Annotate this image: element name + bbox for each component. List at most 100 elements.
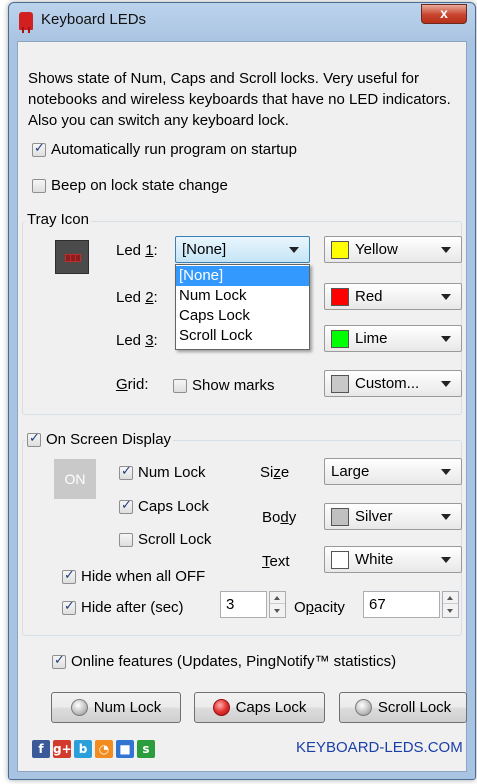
autorun-checkbox[interactable]: Automatically run program on startup [32, 141, 297, 158]
osd-scroll-lock-checkbox[interactable]: Scroll Lock [119, 531, 211, 548]
beep-checkbox[interactable]: Beep on lock state change [32, 177, 228, 194]
osd-text-value: White [355, 551, 394, 568]
osd-size-select[interactable]: Large [324, 458, 462, 485]
grid-color-select[interactable]: Custom... [324, 370, 462, 397]
led-off-icon [70, 699, 88, 716]
google-plus-icon[interactable]: g+ [53, 740, 72, 758]
opacity-input[interactable]: 67 [363, 591, 440, 618]
spin-down-icon[interactable] [270, 605, 285, 617]
led1-dropdown-list: [None] Num Lock Caps Lock Scroll Lock [175, 264, 310, 350]
grid-color-value: Custom... [355, 375, 420, 392]
online-features-checkbox[interactable]: Online features (Updates, PingNotify™ st… [52, 653, 396, 670]
hide-all-off-checkbox[interactable]: Hide when all OFF [62, 568, 205, 585]
close-button[interactable]: x [421, 4, 467, 24]
lime-swatch [331, 329, 349, 348]
osd-num-lock-checkbox[interactable]: Num Lock [119, 464, 206, 481]
led1-select[interactable]: [None] [175, 236, 310, 263]
white-swatch [331, 550, 349, 569]
window-title: Keyboard LEDs [41, 11, 147, 28]
chevron-down-icon [441, 293, 451, 300]
caps-lock-button-label: Caps Lock [235, 699, 307, 716]
osd-body-select[interactable]: Silver [324, 503, 462, 530]
chevron-down-icon [441, 556, 451, 563]
delicious-icon[interactable]: ■ [116, 740, 134, 758]
blogger-icon[interactable]: b [74, 740, 92, 758]
silver-swatch [331, 507, 349, 526]
led1-label: Led 1: [116, 242, 158, 259]
chevron-down-icon [441, 513, 451, 520]
hide-after-spinner[interactable] [269, 591, 286, 618]
hide-after-check-icon[interactable] [62, 599, 76, 615]
chevron-down-icon [441, 335, 451, 342]
text-label: Text [262, 553, 290, 570]
online-features-label: Online features (Updates, PingNotify™ st… [71, 653, 397, 670]
osd-size-value: Large [331, 463, 370, 480]
led1-option[interactable]: Caps Lock [176, 306, 309, 326]
spin-up-icon[interactable] [443, 592, 458, 604]
num-lock-button[interactable]: Num Lock [51, 692, 181, 723]
num-lock-button-label: Num Lock [93, 699, 162, 716]
led1-option[interactable]: Scroll Lock [176, 326, 309, 346]
led-grid-icon [65, 254, 81, 262]
osd-group-title: On Screen Display [46, 431, 172, 448]
osd-scroll-lock-check-icon[interactable] [119, 532, 133, 547]
led1-color-select[interactable]: Yellow [324, 236, 462, 263]
stumbleupon-icon[interactable]: s [137, 740, 155, 758]
osd-enable-check-icon[interactable] [27, 431, 41, 447]
title-bar[interactable]: Keyboard LEDs x [9, 3, 475, 37]
led2-color-select[interactable]: Red [324, 283, 462, 310]
osd-scroll-lock-label: Scroll Lock [138, 531, 212, 548]
website-link[interactable]: KEYBOARD-LEDS.COM [296, 739, 463, 756]
osd-text-select[interactable]: White [324, 546, 462, 573]
show-marks-check-icon[interactable] [173, 378, 187, 393]
led3-color-value: Lime [355, 330, 388, 347]
online-features-check-icon[interactable] [52, 653, 66, 669]
spin-down-icon[interactable] [443, 605, 458, 617]
osd-preview: ON [54, 459, 96, 499]
chevron-down-icon [289, 246, 299, 253]
osd-caps-lock-check-icon[interactable] [119, 498, 133, 514]
osd-num-lock-check-icon[interactable] [119, 464, 133, 480]
led1-select-value: [None] [182, 241, 227, 258]
caps-lock-button[interactable]: Caps Lock [194, 692, 325, 723]
osd-num-lock-label: Num Lock [138, 464, 206, 481]
led1-color-value: Yellow [355, 241, 398, 258]
tray-icon-group-title: Tray Icon [25, 211, 91, 228]
osd-enable-checkbox[interactable]: On Screen Display [25, 431, 174, 448]
led3-color-select[interactable]: Lime [324, 325, 462, 352]
chevron-down-icon [441, 246, 451, 253]
hide-after-label: Hide after (sec) [81, 599, 184, 616]
tray-icon-preview [55, 240, 89, 274]
chevron-down-icon [441, 468, 451, 475]
scroll-lock-button-label: Scroll Lock [377, 699, 452, 716]
facebook-icon[interactable]: f [32, 740, 50, 758]
osd-caps-lock-label: Caps Lock [138, 498, 209, 515]
dialog-body: Shows state of Num, Caps and Scroll lock… [17, 41, 467, 772]
scroll-lock-button[interactable]: Scroll Lock [339, 692, 467, 723]
red-swatch [331, 287, 349, 306]
hide-after-checkbox[interactable]: Hide after (sec) [62, 599, 184, 616]
app-window: Keyboard LEDs x Shows state of Num, Caps… [8, 2, 476, 780]
show-marks-checkbox[interactable]: Show marks [173, 377, 275, 394]
chevron-down-icon [441, 380, 451, 387]
opacity-label: Opacity [294, 599, 345, 616]
custom-swatch [331, 374, 349, 393]
opacity-spinner[interactable] [442, 591, 459, 618]
led1-option[interactable]: [None] [176, 266, 309, 286]
beep-label: Beep on lock state change [51, 177, 228, 194]
hide-after-input[interactable]: 3 [220, 591, 267, 618]
osd-caps-lock-checkbox[interactable]: Caps Lock [119, 498, 209, 515]
yellow-swatch [331, 240, 349, 259]
autorun-check-icon[interactable] [32, 141, 46, 157]
size-label: Size [260, 464, 290, 481]
rss-icon[interactable]: ◔ [95, 740, 113, 758]
hide-all-off-check-icon[interactable] [62, 568, 76, 584]
keyboard-leds-app-icon [19, 12, 33, 33]
description-text: Shows state of Num, Caps and Scroll lock… [28, 70, 451, 129]
led2-label: Led 2: [116, 289, 158, 306]
autorun-label: Automatically run program on startup [51, 141, 297, 158]
spin-up-icon[interactable] [270, 592, 285, 604]
led1-option[interactable]: Num Lock [176, 286, 309, 306]
beep-check-icon[interactable] [32, 178, 46, 193]
hide-all-off-label: Hide when all OFF [81, 568, 206, 585]
